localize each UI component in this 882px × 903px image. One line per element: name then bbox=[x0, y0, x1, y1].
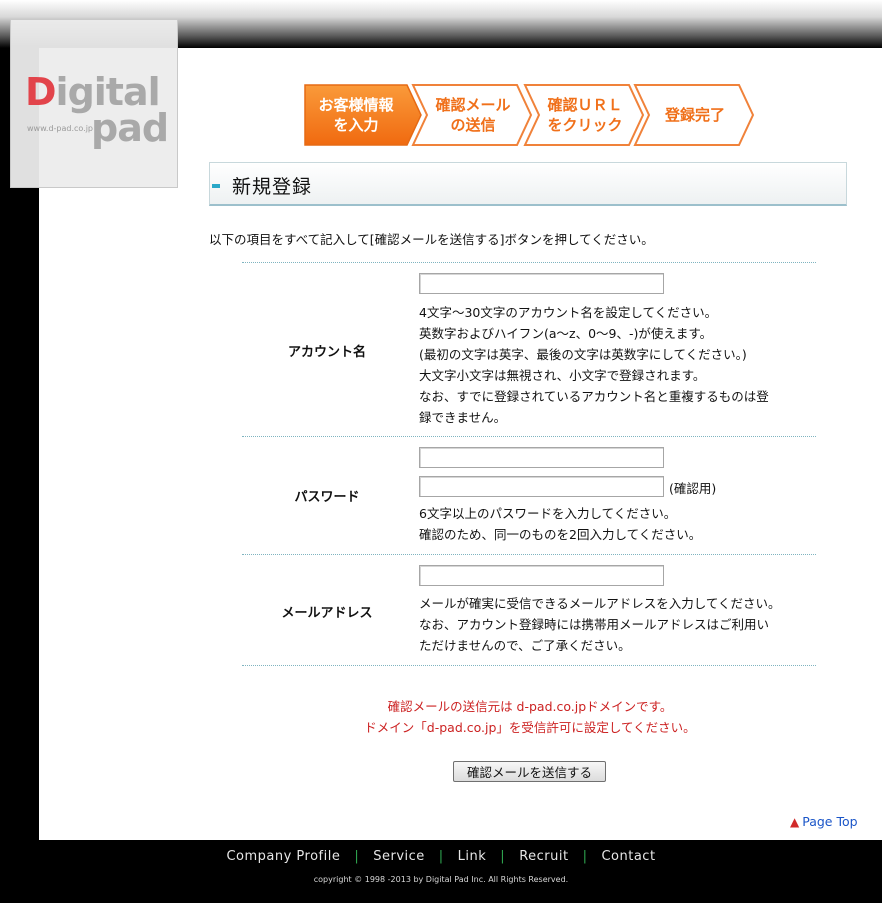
step-1-label: お客様情報 を入力 bbox=[318, 96, 394, 134]
page-title: 新規登録 bbox=[232, 176, 313, 198]
registration-form: アカウント名 4文字〜30文字のアカウント名を設定してください。 英数字およびハ… bbox=[242, 262, 816, 666]
copyright: copyright © 1998 -2013 by Digital Pad In… bbox=[313, 875, 569, 884]
logo[interactable]: Digital www.d-pad.co.jp pad bbox=[10, 19, 178, 188]
email-label: メールアドレス bbox=[281, 606, 373, 621]
password-input[interactable] bbox=[419, 447, 664, 468]
account-name-input[interactable] bbox=[419, 273, 664, 294]
registration-steps: お客様情報 を入力 確認メール の送信 確認ＵＲＬ をクリック 登録完了 bbox=[303, 84, 758, 146]
account-note: 4文字〜30文字のアカウント名を設定してください。 英数字およびハイフン(a〜z… bbox=[419, 305, 769, 425]
password-note: 6文字以上のパスワードを入力してください。 確認のため、同一のものを2回入力して… bbox=[419, 506, 702, 542]
logo-url: www.d-pad.co.jp bbox=[27, 124, 93, 133]
step-2: 確認メール の送信 bbox=[411, 84, 535, 146]
arrow-up-icon: ▲ bbox=[790, 815, 800, 829]
password-confirm-label: (確認用) bbox=[669, 481, 717, 496]
step-4: 登録完了 bbox=[633, 84, 757, 146]
account-label: アカウント名 bbox=[287, 345, 366, 360]
footer-link-company-profile[interactable]: Company Profile bbox=[226, 849, 340, 864]
footer-nav: Company Profile | Service | Link | Recruit | Con… bbox=[0, 849, 882, 864]
step-1-active: お客様情報 を入力 bbox=[303, 84, 423, 146]
logo-wordmark-pad: pad bbox=[91, 106, 169, 150]
page-top-label: Page Top bbox=[802, 814, 858, 829]
footer-link-contact[interactable]: Contact bbox=[601, 849, 655, 864]
email-input[interactable] bbox=[419, 565, 664, 586]
domain-warning-line2: ドメイン「d-pad.co.jp」を受信許可に設定してください。 bbox=[364, 720, 696, 735]
section-bullet-icon bbox=[212, 184, 220, 188]
footer-link-service[interactable]: Service bbox=[373, 849, 425, 864]
step-3: 確認ＵＲＬ をクリック bbox=[523, 84, 647, 146]
footer-separator: | bbox=[500, 849, 506, 864]
footer-link-link[interactable]: Link bbox=[458, 849, 487, 864]
footer-separator: | bbox=[582, 849, 588, 864]
footer-link-recruit[interactable]: Recruit bbox=[519, 849, 568, 864]
page-top-link[interactable]: ▲ Page Top bbox=[790, 814, 858, 829]
form-row-password: パスワード (確認用) 6文字以上のパスワードを入力してください。 確認のため、… bbox=[242, 437, 816, 554]
email-note: メールが確実に受信できるメールアドレスを入力してください。 なお、アカウント登録… bbox=[419, 596, 781, 653]
footer-separator: | bbox=[354, 849, 360, 864]
step-2-label: 確認メール の送信 bbox=[435, 96, 511, 134]
step-4-label: 登録完了 bbox=[664, 106, 725, 124]
step-3-label: 確認ＵＲＬ をクリック bbox=[547, 96, 623, 134]
password-confirm-input[interactable] bbox=[419, 476, 664, 497]
password-label: パスワード bbox=[294, 490, 360, 505]
domain-warning-line1: 確認メールの送信元は d-pad.co.jpドメインです。 bbox=[387, 699, 673, 714]
form-row-account: アカウント名 4文字〜30文字のアカウント名を設定してください。 英数字およびハ… bbox=[242, 263, 816, 436]
send-confirmation-button[interactable]: 確認メールを送信する bbox=[453, 761, 606, 782]
form-row-email: メールアドレス メールが確実に受信できるメールアドレスを入力してください。 なお… bbox=[242, 555, 816, 665]
footer-separator: | bbox=[438, 849, 444, 864]
intro-text: 以下の項目をすべて記入して[確認メールを送信する]ボタンを押してください。 bbox=[209, 232, 654, 247]
section-header: 新規登録 bbox=[209, 162, 847, 206]
divider bbox=[242, 665, 816, 666]
